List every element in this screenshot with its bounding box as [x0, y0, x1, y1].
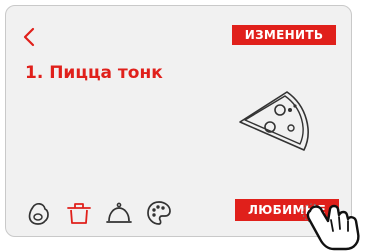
program-title: 1. Пицца тонк [25, 63, 163, 83]
back-button[interactable] [20, 26, 40, 48]
palette-icon[interactable] [144, 198, 174, 228]
dough-icon[interactable] [24, 198, 54, 228]
tapping-hand-icon [302, 203, 360, 251]
pizza-slice-icon [239, 91, 309, 151]
chevron-left-icon [23, 27, 35, 47]
edit-button[interactable]: ИЗМЕНИТЬ [232, 25, 336, 45]
cloche-icon[interactable] [104, 198, 134, 228]
pot-icon[interactable] [64, 198, 94, 228]
function-icons-bar [24, 198, 174, 228]
